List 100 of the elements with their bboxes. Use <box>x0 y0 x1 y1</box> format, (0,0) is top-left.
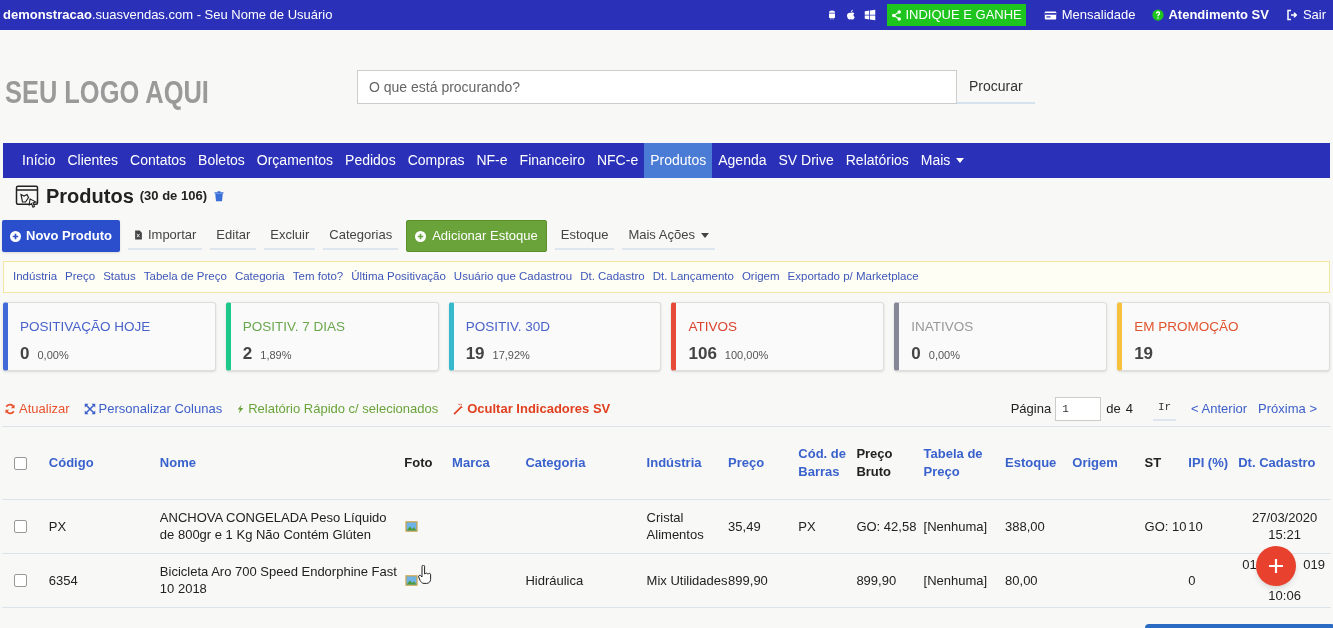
filter-link[interactable]: Exportado p/ Marketplace <box>787 268 919 286</box>
filter-link[interactable]: Dt. Cadastro <box>580 268 645 286</box>
stat-title: POSITIV. 30D <box>465 318 551 336</box>
nav-tab[interactable]: NFC-e <box>590 143 645 178</box>
tool-link[interactable]: Ocultar Indicadores SV <box>452 398 611 419</box>
top-link[interactable]: Mensalidade <box>1042 5 1136 25</box>
column-header[interactable]: Estoque <box>1005 453 1073 472</box>
column-header[interactable]: Indústria <box>646 453 729 472</box>
table-cell: 899,90 <box>728 572 768 588</box>
share-icon <box>891 9 903 21</box>
column-header[interactable]: Nome <box>159 453 405 472</box>
stat-title: ATIVOS <box>688 318 738 336</box>
plus-icon <box>1268 558 1284 574</box>
filter-link[interactable]: Categoria <box>234 268 285 286</box>
column-header[interactable]: Dt. Cadastro <box>1238 453 1331 472</box>
trash-icon <box>213 189 225 203</box>
filter-link[interactable]: Indústria <box>13 268 58 286</box>
nav-tab[interactable]: Pedidos <box>339 143 402 178</box>
table-cell: 01 <box>1242 556 1257 573</box>
table-cell-text: 10:06 <box>1267 587 1302 604</box>
page-title: Produtos <box>46 184 134 209</box>
action-button[interactable]: Estoque <box>554 222 615 250</box>
nav-tab[interactable]: Mais <box>914 143 971 178</box>
refresh-icon <box>4 402 16 415</box>
nav-tab[interactable]: Clientes <box>61 143 125 178</box>
column-header[interactable]: Código <box>48 453 160 472</box>
table-cell: 80,00 <box>1005 572 1038 588</box>
nav-tab[interactable]: Agenda <box>712 143 773 178</box>
column-header: Preço Bruto <box>856 444 894 481</box>
filter-link[interactable]: Tem foto? <box>292 268 344 286</box>
nav-tab[interactable]: Início <box>16 143 62 178</box>
previous-link[interactable]: < Anterior <box>1191 398 1248 419</box>
action-button[interactable]: Novo Produto <box>2 220 120 252</box>
select-all-checkbox[interactable] <box>14 457 27 471</box>
plus-circle-icon <box>415 230 427 242</box>
action-button[interactable]: Importar <box>127 222 203 250</box>
row-checkbox[interactable] <box>14 574 27 588</box>
filter-link[interactable]: Preço <box>65 268 96 286</box>
stat-value: 106 <box>688 343 717 366</box>
stat-title: INATIVOS <box>911 318 975 336</box>
column-header: Foto <box>404 453 434 472</box>
top-link[interactable]: Sair <box>1285 5 1326 25</box>
stat-title: POSITIVAÇÃO HOJE <box>20 318 152 336</box>
row-checkbox[interactable] <box>14 520 27 534</box>
action-button[interactable]: Editar <box>210 222 257 250</box>
action-button[interactable]: Excluir <box>264 222 316 250</box>
table-cell: 10 <box>1188 518 1203 534</box>
column-header[interactable]: Origem <box>1072 453 1145 472</box>
stat-title: EM PROMOÇÃO <box>1134 318 1240 336</box>
column-header[interactable]: IPI (%) <box>1188 453 1239 472</box>
add-button[interactable] <box>1256 546 1296 586</box>
filter-link[interactable]: Status <box>103 268 136 286</box>
filter-link[interactable]: Usuário que Cadastrou <box>453 268 573 286</box>
column-header[interactable]: Categoria <box>525 453 647 472</box>
nav-tab[interactable]: SV Drive <box>772 143 840 178</box>
nav-tab[interactable]: Compras <box>401 143 471 178</box>
nav-tab[interactable]: Orçamentos <box>250 143 340 178</box>
nav-tab[interactable]: NF-e <box>470 143 514 178</box>
stat-value: 0 <box>20 343 30 366</box>
nav-tab[interactable]: Financeiro <box>513 143 591 178</box>
search-button[interactable]: Procurar <box>957 70 1035 104</box>
search-field[interactable]: O que está procurando? <box>357 70 957 104</box>
credit-card-icon <box>1042 8 1058 22</box>
table-cell: [Nenhuma] <box>923 518 988 534</box>
table-cell: Hidráulica <box>525 572 584 588</box>
top-link[interactable]: Atendimento SV <box>1152 5 1269 25</box>
help-icon <box>1152 9 1165 21</box>
page-field[interactable]: 1 <box>1055 396 1102 421</box>
logout-icon <box>1285 9 1299 21</box>
record-count: (30 de 106) <box>139 187 207 206</box>
stat-value: 0 <box>911 343 921 366</box>
table-cell: PX <box>48 518 67 534</box>
column-header[interactable]: Marca <box>452 453 526 472</box>
table-cell: ANCHOVA CONGELADA Peso Líquido de 800gr e 1 Kg Não Contém Glúten <box>159 510 387 542</box>
stat-percent: 100,00% <box>724 348 769 364</box>
go-button[interactable]: Ir <box>1152 396 1177 421</box>
stat-value: 19 <box>1134 343 1154 366</box>
nav-tab[interactable]: Relatórios <box>839 143 915 178</box>
column-header[interactable]: Cód. de Barras <box>798 444 857 481</box>
table-cell-text: 27/03/2020 <box>1251 509 1319 526</box>
table-cell: 388,00 <box>1005 518 1045 534</box>
filter-link[interactable]: Tabela de Preço <box>143 268 227 286</box>
filter-link[interactable]: Última Positivação <box>351 268 446 286</box>
page-total: 4 <box>1125 399 1133 418</box>
nav-tab[interactable]: Contatos <box>124 143 193 178</box>
table-cell: [Nenhuma] <box>923 572 988 588</box>
column-header[interactable]: Tabela de Preço <box>923 444 1006 481</box>
column-header[interactable]: Preço <box>728 453 799 472</box>
filter-link[interactable]: Origem <box>741 268 780 286</box>
stat-percent: 0,00% <box>928 348 960 364</box>
action-button[interactable]: Mais Ações <box>622 222 715 250</box>
tool-link[interactable]: Personalizar Colunas <box>83 398 223 419</box>
browser-window-icon <box>14 184 40 208</box>
caret-icon <box>700 232 709 238</box>
next-link[interactable]: Próxima > <box>1258 398 1317 419</box>
nav-tab[interactable]: Produtos <box>644 143 713 178</box>
action-button[interactable]: Categorias <box>323 222 399 250</box>
filter-link[interactable]: Dt. Lançamento <box>652 268 734 286</box>
nav-tab[interactable]: Boletos <box>192 143 251 178</box>
tool-link[interactable]: Atualizar <box>4 398 70 419</box>
